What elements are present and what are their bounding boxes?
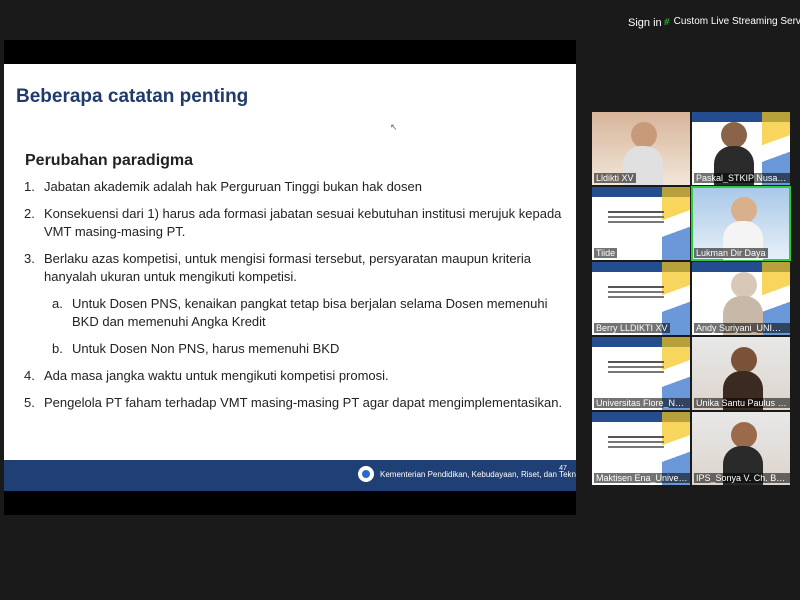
participant-tile-active-speaker[interactable]: Lukman Dir Daya	[691, 186, 791, 261]
list-item-text: Ada masa jangka waktu untuk mengikuti ko…	[44, 368, 389, 383]
sign-in-link[interactable]: Sign in	[628, 17, 662, 29]
participant-name: Andy Suriyani_UNIMOF	[694, 323, 790, 333]
participant-tile[interactable]: Unika Santu Paulus Ru...	[692, 337, 790, 410]
slide-footer: Kementerian Pendidikan, Kebudayaan, Rise…	[4, 460, 576, 491]
participant-name: Lldikti XV	[594, 173, 636, 183]
sub-list-item-letter: b.	[52, 341, 63, 356]
sub-list-item-text: Untuk Dosen Non PNS, harus memenuhi BKD	[72, 341, 340, 356]
participant-name: Berry LLDIKTI XV	[594, 323, 670, 333]
participant-name: Unika Santu Paulus Ru...	[694, 398, 790, 408]
footer-text: Kementerian Pendidikan, Kebudayaan, Rise…	[380, 470, 576, 479]
participant-name: Maktisen Ena_Universi...	[594, 473, 690, 483]
participant-tile[interactable]: Paskal_STKIP Nusa Tim...	[692, 112, 790, 185]
presentation-slide: Beberapa catatan penting ↖ Perubahan par…	[4, 64, 576, 491]
participant-tile[interactable]: Andy Suriyani_UNIMOF	[692, 262, 790, 335]
list-item-number: 4.	[24, 368, 35, 383]
slide-title: Beberapa catatan penting	[16, 86, 249, 107]
sub-list-item-letter: a.	[52, 296, 63, 311]
participant-tile[interactable]: Universitas Flore_Nat...	[592, 337, 690, 410]
slide-page-number: 47	[559, 465, 567, 472]
list-item: 5. Pengelola PT faham terhadap VMT masin…	[24, 394, 564, 412]
participant-tile[interactable]: Lldikti XV	[592, 112, 690, 185]
list-item-text: Pengelola PT faham terhadap VMT masing-m…	[44, 395, 563, 410]
participant-tile[interactable]: Maktisen Ena_Universi...	[592, 412, 690, 485]
sub-list-item: b. Untuk Dosen Non PNS, harus memenuhi B…	[52, 340, 562, 358]
participant-name: Tiide	[594, 248, 618, 258]
ministry-logo-icon	[358, 466, 374, 482]
signal-wave-icon: ⧣	[664, 16, 670, 27]
participant-tile[interactable]: Tiide	[592, 187, 690, 260]
participant-name: IPS_Sonya V. Ch. Benu	[694, 473, 790, 483]
list-item: 1. Jabatan akademik adalah hak Perguruan…	[24, 178, 564, 196]
list-item-number: 3.	[24, 251, 35, 266]
mouse-cursor-icon: ↖	[390, 122, 398, 132]
participant-video	[731, 422, 758, 448]
participant-name: Universitas Flore_Nat...	[594, 398, 690, 408]
participant-video	[631, 122, 658, 148]
participant-video	[731, 347, 758, 373]
list-item-number: 5.	[24, 395, 35, 410]
live-streaming-label: Custom Live Streaming Service	[673, 16, 800, 27]
sub-list-item: a. Untuk Dosen PNS, kenaikan pangkat tet…	[52, 295, 562, 331]
live-streaming-button[interactable]: ⧣ Custom Live Streaming Service ⌄	[664, 16, 800, 27]
slide-subtitle: Perubahan paradigma	[25, 152, 194, 169]
participant-name: Paskal_STKIP Nusa Tim...	[694, 173, 790, 183]
list-item: 3. Berlaku azas kompetisi, untuk mengisi…	[24, 250, 564, 286]
participant-video	[721, 122, 748, 148]
list-item: 2. Konsekuensi dari 1) harus ada formasi…	[24, 205, 564, 241]
sub-list-item-text: Untuk Dosen PNS, kenaikan pangkat tetap …	[72, 296, 548, 329]
participant-video	[731, 197, 758, 223]
top-bar: Sign in ⧣ Custom Live Streaming Service …	[0, 0, 800, 40]
participant-tile[interactable]: Berry LLDIKTI XV	[592, 262, 690, 335]
list-item: 4. Ada masa jangka waktu untuk mengikuti…	[24, 367, 564, 385]
list-item-text: Jabatan akademik adalah hak Perguruan Ti…	[44, 179, 422, 194]
participant-video	[731, 272, 758, 298]
list-item-text: Berlaku azas kompetisi, untuk mengisi fo…	[44, 251, 531, 284]
participant-tile[interactable]: IPS_Sonya V. Ch. Benu	[692, 412, 790, 485]
list-item-text: Konsekuensi dari 1) harus ada formasi ja…	[44, 206, 562, 239]
list-item-number: 2.	[24, 206, 35, 221]
participant-name: Lukman Dir Daya	[694, 248, 768, 258]
list-item-number: 1.	[24, 179, 35, 194]
